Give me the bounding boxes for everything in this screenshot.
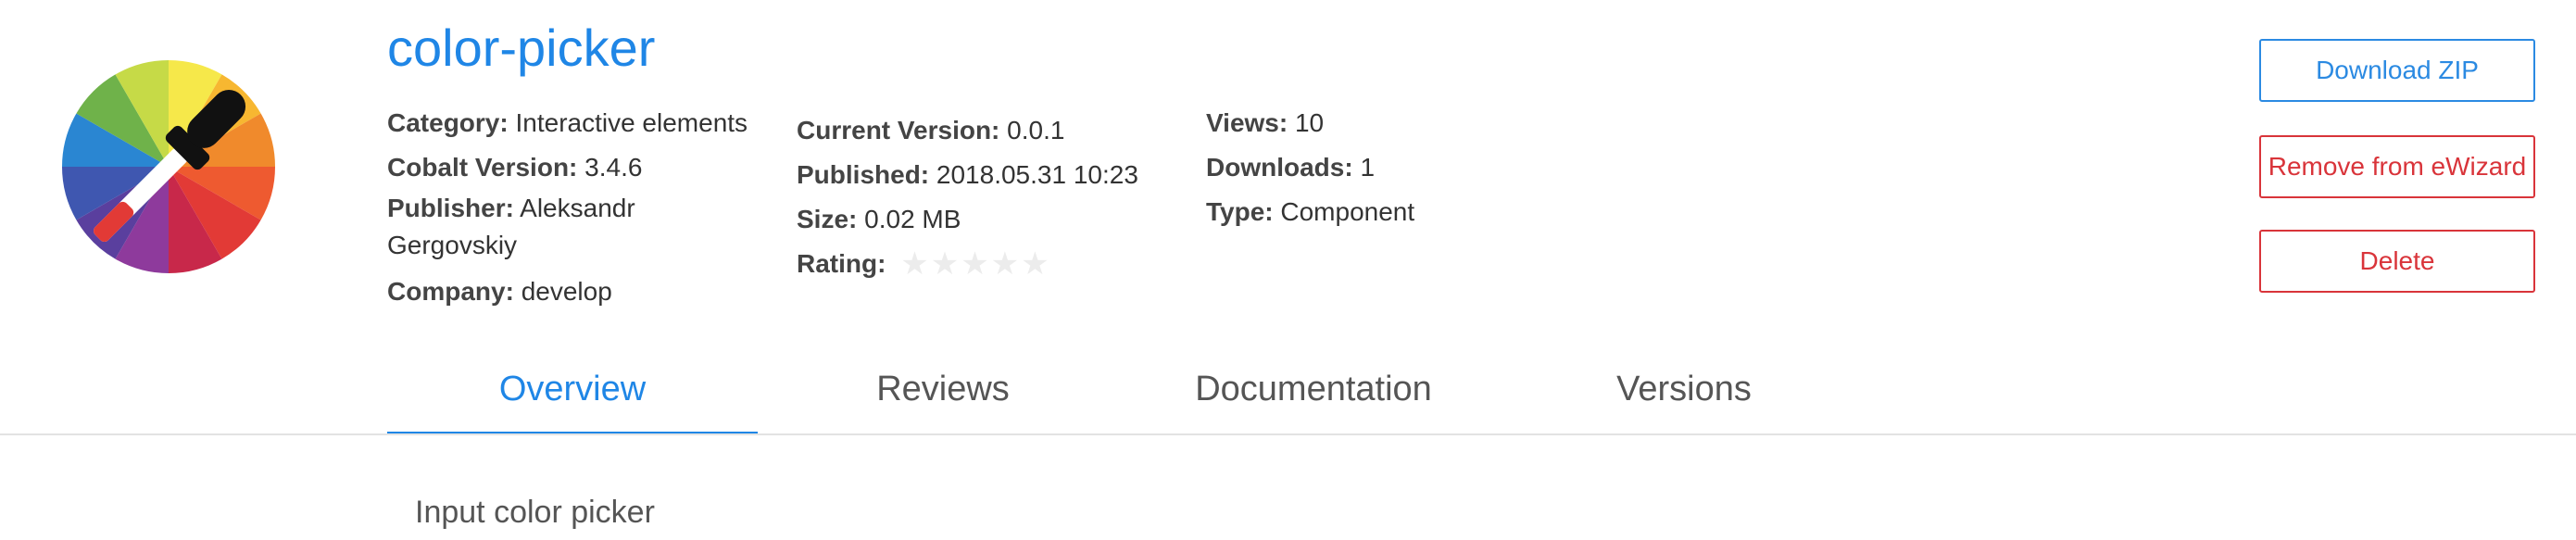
meta-column-3: Views: 10 Downloads: 1 Type: Component [1206,101,1414,234]
meta-column-1: Category: Interactive elements Cobalt Ve… [387,101,767,314]
star-icon[interactable]: ★ [900,246,930,282]
meta-label: Type: [1206,197,1274,226]
tab-reviews[interactable]: Reviews [758,354,1128,435]
meta-label: Size: [797,205,858,233]
meta-label: Category: [387,108,509,137]
meta-company: Company: develop [387,270,767,314]
tab-divider [0,433,2576,435]
meta-rating: Rating: ★★★★★ [797,242,1138,286]
meta-label: Current Version: [797,116,1000,144]
remove-from-ewizard-button[interactable]: Remove from eWizard [2259,135,2535,198]
star-icon[interactable]: ★ [991,246,1021,282]
meta-label: Downloads: [1206,153,1353,182]
meta-publisher: Publisher: Aleksandr Gergovskiy [387,190,767,264]
meta-type: Type: Component [1206,190,1414,234]
tab-overview[interactable]: Overview [387,354,758,435]
meta-published: Published: 2018.05.31 10:23 [797,153,1138,197]
overview-description: Input color picker [415,495,655,530]
meta-label: Rating: [797,249,886,278]
color-wheel-eyedropper-icon [57,56,280,278]
meta-value: 3.4.6 [584,153,643,182]
meta-value: 1 [1360,153,1376,182]
meta-cobalt-version: Cobalt Version: 3.4.6 [387,145,767,190]
meta-label: Views: [1206,108,1288,137]
meta-label: Published: [797,160,930,189]
star-icon[interactable]: ★ [931,246,961,282]
delete-button[interactable]: Delete [2259,230,2535,293]
star-icon[interactable]: ★ [961,246,990,282]
rating-stars[interactable]: ★★★★★ [900,242,1050,286]
download-zip-button[interactable]: Download ZIP [2259,39,2535,102]
tab-versions[interactable]: Versions [1499,354,1869,435]
tab-bar: Overview Reviews Documentation Versions [387,354,1869,435]
meta-value: Component [1280,197,1415,226]
meta-downloads: Downloads: 1 [1206,145,1414,190]
tab-documentation[interactable]: Documentation [1128,354,1499,435]
meta-value: 0.02 MB [864,205,961,233]
package-title: color-picker [387,19,656,77]
meta-value: 2018.05.31 10:23 [936,160,1138,189]
meta-label: Publisher: [387,194,514,222]
star-icon[interactable]: ★ [1021,246,1050,282]
meta-value: 10 [1294,108,1325,137]
meta-value: 0.0.1 [1007,116,1065,144]
meta-value: develop [521,277,612,306]
meta-views: Views: 10 [1206,101,1414,145]
meta-size: Size: 0.02 MB [797,197,1138,242]
meta-value: Interactive elements [515,108,748,137]
meta-column-2: Current Version: 0.0.1 Published: 2018.0… [797,108,1138,286]
meta-label: Cobalt Version: [387,153,578,182]
meta-category: Category: Interactive elements [387,101,767,145]
meta-label: Company: [387,277,514,306]
meta-current-version: Current Version: 0.0.1 [797,108,1138,153]
